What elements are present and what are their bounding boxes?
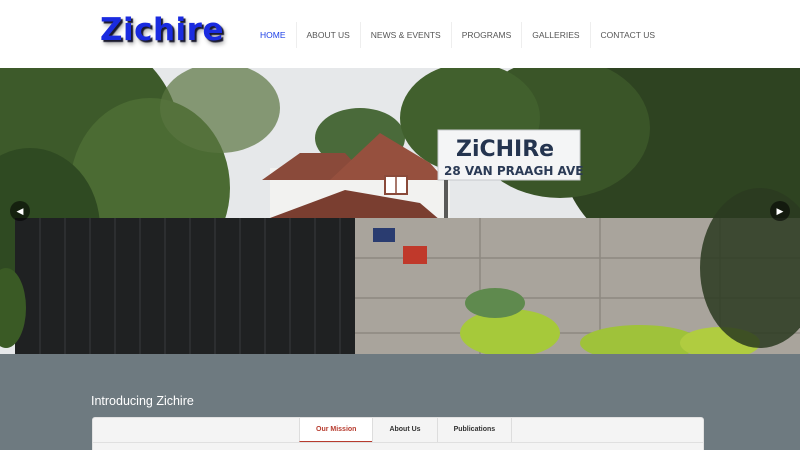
site-logo[interactable]: Zichire [100,12,224,48]
hero-slider: ZiCHIRe 28 VAN PRAAGH AVE ◀ ▶ [0,68,800,354]
chevron-left-icon: ◀ [16,206,24,216]
tab-divider [93,442,703,443]
tabs-panel: Our Mission About Us Publications [92,417,704,450]
nav-item-galleries[interactable]: GALLERIES [521,22,589,48]
hero-slide-image: ZiCHIRe 28 VAN PRAAGH AVE [0,68,800,354]
nav-item-about-us[interactable]: ABOUT US [295,22,360,48]
tab-our-mission[interactable]: Our Mission [299,418,373,442]
intro-heading: Introducing Zichire [91,394,194,408]
nav-item-contact-us[interactable]: CONTACT US [589,22,665,48]
sign-line2: 28 VAN PRAAGH AVE [444,164,584,178]
tab-publications[interactable]: Publications [436,418,513,442]
tab-bar: Our Mission About Us Publications [299,418,513,442]
site-header: Zichire HOME ABOUT US NEWS & EVENTS PROG… [0,0,800,68]
chevron-right-icon: ▶ [776,206,784,216]
slider-next-button[interactable]: ▶ [770,201,790,221]
nav-item-news-events[interactable]: NEWS & EVENTS [359,22,451,48]
intro-section: Introducing Zichire Our Mission About Us… [0,354,800,450]
sign-line1: ZiCHIRe [456,137,554,162]
tab-about-us[interactable]: About Us [372,418,436,442]
slider-prev-button[interactable]: ◀ [10,201,30,221]
nav-item-programs[interactable]: PROGRAMS [450,22,522,48]
nav-item-home[interactable]: HOME [250,22,296,48]
main-nav: HOME ABOUT US NEWS & EVENTS PROGRAMS GAL… [250,22,665,48]
